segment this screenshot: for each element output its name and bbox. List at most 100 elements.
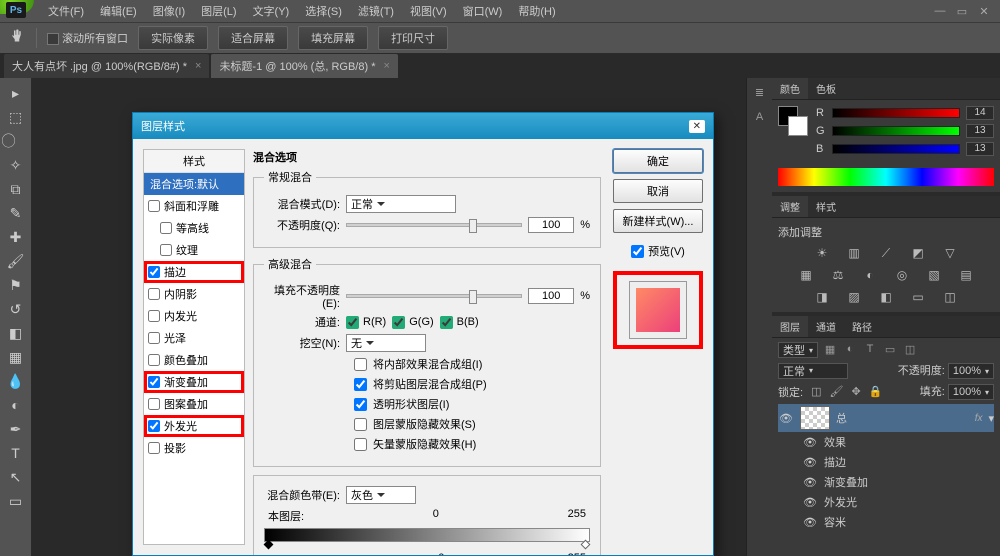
knockout-select[interactable]: 无 xyxy=(346,334,426,352)
r-slider[interactable] xyxy=(832,108,960,118)
style-row-4[interactable]: 内阴影 xyxy=(144,283,244,305)
close-tab-icon[interactable]: × xyxy=(383,60,389,72)
levels-icon[interactable]: ▥ xyxy=(845,246,863,262)
lock-pixels-icon[interactable]: 🖌 xyxy=(829,385,843,398)
filter-pixel-icon[interactable]: ▦ xyxy=(822,342,838,356)
lock-all-icon[interactable]: 🔒 xyxy=(869,385,883,398)
vibrance-icon[interactable]: ▽ xyxy=(941,246,959,262)
lookup-icon[interactable]: ▤ xyxy=(957,268,975,284)
filter-smart-icon[interactable]: ◫ xyxy=(902,342,918,356)
style-row-3[interactable]: 描边 xyxy=(144,261,244,283)
style-checkbox[interactable] xyxy=(148,266,160,278)
brightness-icon[interactable]: ☀ xyxy=(813,246,831,262)
menu-select[interactable]: 选择(S) xyxy=(297,3,350,19)
style-checkbox[interactable] xyxy=(148,288,160,300)
menu-file[interactable]: 文件(F) xyxy=(40,3,92,19)
color-tab[interactable]: 颜色 xyxy=(772,78,808,99)
filter-adj-icon[interactable]: ◐ xyxy=(842,342,858,356)
stamp-tool-icon[interactable]: ⚑ xyxy=(4,274,28,296)
color-spectrum[interactable] xyxy=(778,168,994,186)
channel-r-checkbox[interactable] xyxy=(346,316,359,329)
styles-header[interactable]: 样式 xyxy=(144,150,244,173)
swatches-tab[interactable]: 色板 xyxy=(808,78,844,99)
fx-expand-icon[interactable]: ▾ xyxy=(988,412,994,425)
blur-tool-icon[interactable]: 💧 xyxy=(4,370,28,392)
pen-tool-icon[interactable]: ✒ xyxy=(4,418,28,440)
lasso-tool-icon[interactable]: ⃝ xyxy=(4,130,28,152)
window-close[interactable]: ✕ xyxy=(976,5,992,18)
blend-mode-combo[interactable]: 正常▾ xyxy=(778,363,848,379)
channels-tab[interactable]: 通道 xyxy=(808,316,844,337)
actual-pixels-button[interactable]: 实际像素 xyxy=(138,26,208,50)
style-row-1[interactable]: 等高线 xyxy=(144,217,244,239)
style-checkbox[interactable] xyxy=(160,222,172,234)
style-row-7[interactable]: 颜色叠加 xyxy=(144,349,244,371)
style-row-11[interactable]: 投影 xyxy=(144,437,244,459)
style-row-10[interactable]: 外发光 xyxy=(144,415,244,437)
print-size-button[interactable]: 打印尺寸 xyxy=(378,26,448,50)
fill-opacity-input[interactable]: 100 xyxy=(528,288,574,304)
paths-tab[interactable]: 路径 xyxy=(844,316,880,337)
effect-other[interactable]: 👁容米 xyxy=(778,512,994,532)
dialog-titlebar[interactable]: 图层样式 ✕ xyxy=(133,113,713,139)
blendif-select[interactable]: 灰色 xyxy=(346,486,416,504)
style-checkbox[interactable] xyxy=(148,332,160,344)
opacity-combo[interactable]: 100%▾ xyxy=(948,363,994,379)
visibility-icon[interactable]: 👁 xyxy=(802,436,818,449)
adv-opt-checkbox[interactable] xyxy=(354,438,367,451)
fill-combo[interactable]: 100%▾ xyxy=(948,384,994,400)
menu-help[interactable]: 帮助(H) xyxy=(510,3,563,19)
b-value[interactable]: 13 xyxy=(966,142,994,156)
shape-tool-icon[interactable]: ▭ xyxy=(4,490,28,512)
history-panel-icon[interactable]: ≣ xyxy=(755,86,764,99)
visibility-icon[interactable]: 👁 xyxy=(802,496,818,509)
style-row-2[interactable]: 纹理 xyxy=(144,239,244,261)
style-row-0[interactable]: 斜面和浮雕 xyxy=(144,195,244,217)
menu-image[interactable]: 图像(I) xyxy=(145,3,193,19)
opacity-slider[interactable] xyxy=(346,223,522,227)
visibility-icon[interactable]: 👁 xyxy=(802,456,818,469)
fill-screen-button[interactable]: 填充屏幕 xyxy=(298,26,368,50)
document-tab[interactable]: 未标题-1 @ 100% (总, RGB/8) *× xyxy=(211,54,397,78)
window-minimize[interactable]: — xyxy=(932,5,948,18)
menu-view[interactable]: 视图(V) xyxy=(402,3,455,19)
posterize-icon[interactable]: ▨ xyxy=(845,290,863,306)
window-restore[interactable]: ▭ xyxy=(954,5,970,18)
cancel-button[interactable]: 取消 xyxy=(613,179,703,203)
g-value[interactable]: 13 xyxy=(966,124,994,138)
layer-kind-combo[interactable]: 类型▾ xyxy=(778,342,818,358)
balance-icon[interactable]: ⚖ xyxy=(829,268,847,284)
adjustments-tab[interactable]: 调整 xyxy=(772,196,808,217)
channel-b-checkbox[interactable] xyxy=(440,316,453,329)
blend-mode-select[interactable]: 正常 xyxy=(346,195,456,213)
effect-outerglow[interactable]: 👁外发光 xyxy=(778,492,994,512)
layer-name-label[interactable]: 总 xyxy=(836,410,969,426)
scroll-all-checkbox[interactable] xyxy=(47,33,59,45)
style-checkbox[interactable] xyxy=(148,200,160,212)
healing-tool-icon[interactable]: ✚ xyxy=(4,226,28,248)
history-brush-icon[interactable]: ↺ xyxy=(4,298,28,320)
style-checkbox[interactable] xyxy=(148,442,160,454)
layers-tab[interactable]: 图层 xyxy=(772,316,808,337)
close-tab-icon[interactable]: × xyxy=(195,60,201,72)
gradient-tool-icon[interactable]: ▦ xyxy=(4,346,28,368)
visibility-icon[interactable]: 👁 xyxy=(802,516,818,529)
fit-screen-button[interactable]: 适合屏幕 xyxy=(218,26,288,50)
menu-filter[interactable]: 滤镜(T) xyxy=(350,3,402,19)
filter-shape-icon[interactable]: ▭ xyxy=(882,342,898,356)
style-row-8[interactable]: 渐变叠加 xyxy=(144,371,244,393)
type-tool-icon[interactable]: T xyxy=(4,442,28,464)
effect-stroke[interactable]: 👁描边 xyxy=(778,452,994,472)
mixer-icon[interactable]: ▧ xyxy=(925,268,943,284)
selective-icon[interactable]: ◫ xyxy=(941,290,959,306)
eyedropper-tool-icon[interactable]: ✎ xyxy=(4,202,28,224)
bw-icon[interactable]: ◐ xyxy=(861,268,879,284)
gradmap-icon[interactable]: ▭ xyxy=(909,290,927,306)
layer-thumbnail[interactable] xyxy=(800,406,830,430)
threshold-icon[interactable]: ◧ xyxy=(877,290,895,306)
adv-opt-checkbox[interactable] xyxy=(354,358,367,371)
style-row-9[interactable]: 图案叠加 xyxy=(144,393,244,415)
dodge-tool-icon[interactable]: ◐ xyxy=(4,394,28,416)
wand-tool-icon[interactable]: ✧ xyxy=(4,154,28,176)
style-checkbox[interactable] xyxy=(148,398,160,410)
